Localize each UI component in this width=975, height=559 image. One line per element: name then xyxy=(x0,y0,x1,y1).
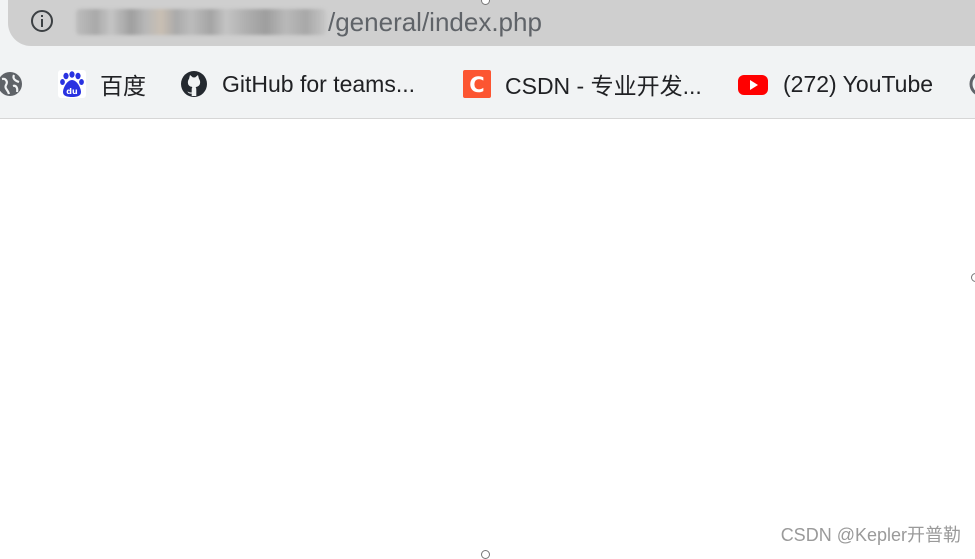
url-path: /general/index.php xyxy=(328,7,542,38)
page-content xyxy=(0,119,975,555)
info-icon[interactable] xyxy=(30,9,54,33)
bookmark-label: (272) YouTube xyxy=(783,71,933,98)
bookmark-label: GitHub for teams... xyxy=(222,71,415,98)
bookmark-csdn[interactable]: C CSDN - 专业开发... xyxy=(463,62,702,106)
bookmark-label: CSDN - 专业开发... xyxy=(505,67,702,101)
url-text[interactable]: /general/index.php xyxy=(76,4,542,40)
bookmark-github[interactable]: GitHub for teams... xyxy=(180,62,415,106)
bookmark-youtube[interactable]: (272) YouTube xyxy=(737,62,933,106)
bookmark-baidu[interactable]: du 百度 xyxy=(58,62,146,106)
svg-text:C: C xyxy=(469,73,484,97)
globe-icon xyxy=(968,70,975,98)
bookmark-overflow[interactable] xyxy=(968,62,975,106)
baidu-icon: du xyxy=(58,70,86,98)
redacted-host xyxy=(76,9,326,35)
bookmarks-bar: du 百度 GitHub for teams... C CSDN - 专业开发.… xyxy=(0,62,975,106)
address-bar[interactable]: /general/index.php xyxy=(8,0,975,46)
bookmark-globe[interactable] xyxy=(0,62,38,106)
csdn-icon: C xyxy=(463,70,491,98)
bookmark-label: 百度 xyxy=(100,67,146,101)
youtube-icon xyxy=(737,70,769,98)
browser-chrome: /general/index.php du 百度 xyxy=(0,0,975,119)
resize-handle-right[interactable] xyxy=(971,273,975,282)
github-icon xyxy=(180,70,208,98)
globe-icon xyxy=(0,70,24,98)
svg-text:du: du xyxy=(66,87,78,96)
watermark: CSDN @Kepler开普勒 xyxy=(781,521,961,547)
